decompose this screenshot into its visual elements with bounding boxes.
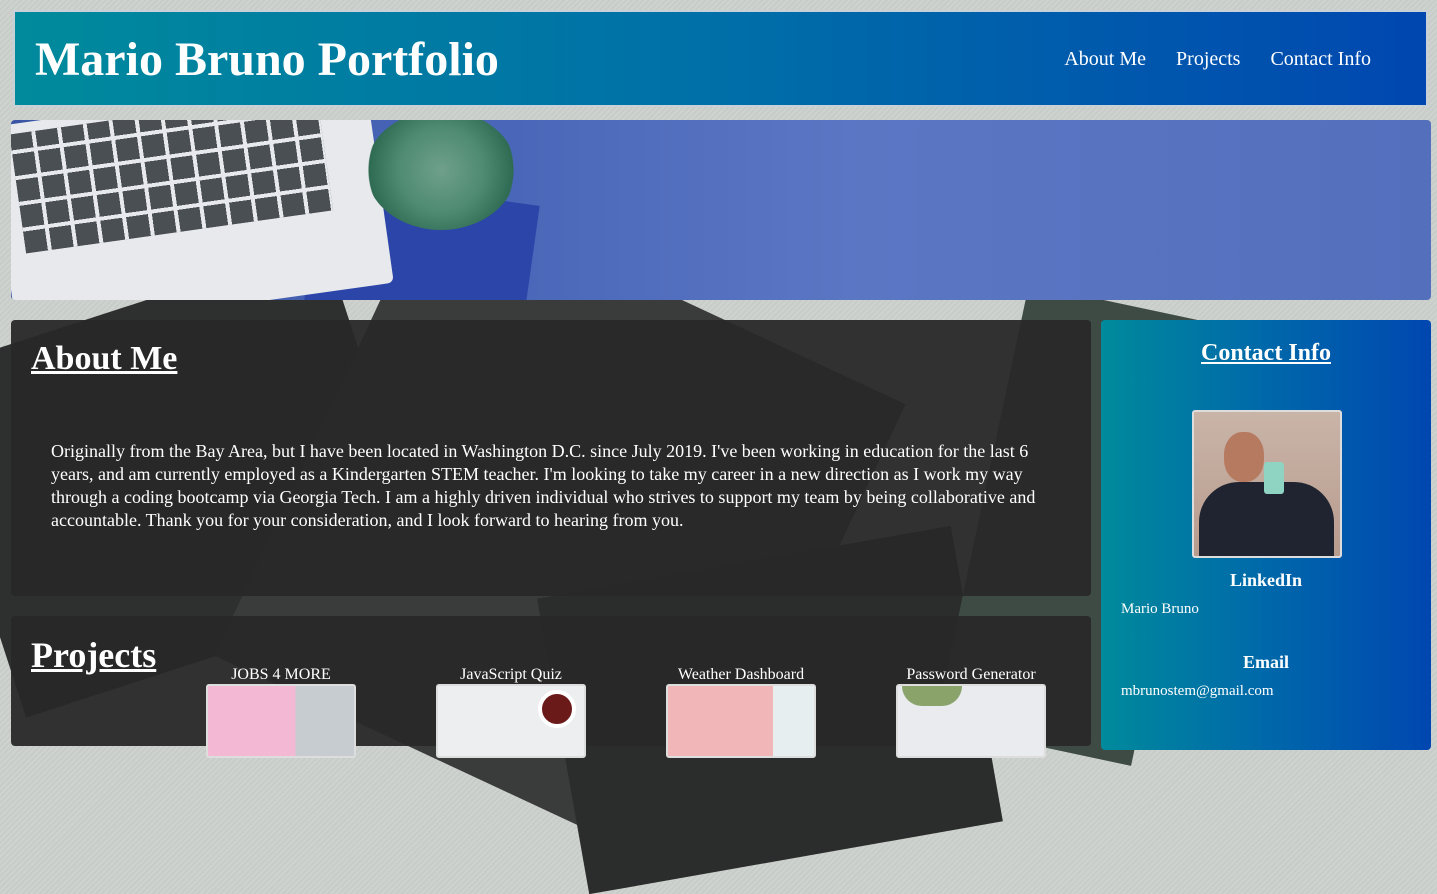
laptop-key-rows — [11, 120, 334, 254]
hero-banner-image — [11, 120, 1431, 300]
project-card-password-generator[interactable]: Password Generator — [896, 666, 1046, 758]
email-link[interactable]: mbrunostem@gmail.com — [1121, 683, 1274, 700]
project-thumbnail[interactable] — [436, 684, 586, 758]
contact-info-heading[interactable]: Contact Info — [1101, 340, 1431, 367]
photo-phone — [1264, 462, 1284, 494]
email-label: Email — [1242, 652, 1289, 672]
hero-laptop — [11, 120, 394, 300]
project-title: JOBS 4 MORE — [231, 666, 331, 683]
about-me-heading: About Me — [31, 340, 178, 377]
projects-heading: Projects — [31, 635, 157, 675]
project-card-weather-dashboard[interactable]: Weather Dashboard — [666, 666, 816, 758]
project-card-jobs4more[interactable]: JOBS 4 MORE — [206, 666, 356, 758]
site-title: Mario Bruno Portfolio — [35, 33, 499, 86]
project-thumbnail[interactable] — [206, 684, 356, 758]
site-header: Mario Bruno Portfolio About Me Projects … — [13, 10, 1428, 107]
project-title: JavaScript Quiz — [460, 666, 562, 683]
project-title: Weather Dashboard — [677, 666, 805, 683]
about-me-text: Originally from the Bay Area, but I have… — [51, 441, 1036, 530]
nav-projects[interactable]: Projects — [1176, 48, 1240, 71]
project-title: Password Generator — [906, 666, 1036, 683]
profile-photo — [1192, 410, 1342, 558]
main-nav: About Me Projects Contact Info — [1064, 48, 1371, 71]
nav-about-me[interactable]: About Me — [1064, 48, 1146, 71]
projects-section: Projects JOBS 4 MORE JavaScript Quiz Wea… — [11, 616, 1091, 758]
project-thumbnail[interactable] — [666, 684, 816, 758]
project-thumbnail[interactable] — [896, 684, 1046, 758]
contact-info-section: Contact Info LinkedIn Mario Bruno Email … — [1101, 320, 1431, 750]
project-card-javascript-quiz[interactable]: JavaScript Quiz — [436, 666, 586, 758]
linkedin-link[interactable]: Mario Bruno — [1121, 601, 1199, 618]
photo-face — [1224, 432, 1264, 482]
nav-contact-info[interactable]: Contact Info — [1270, 48, 1371, 71]
linkedin-label: LinkedIn — [1229, 570, 1303, 590]
about-me-section: About Me Originally from the Bay Area, b… — [11, 320, 1091, 596]
